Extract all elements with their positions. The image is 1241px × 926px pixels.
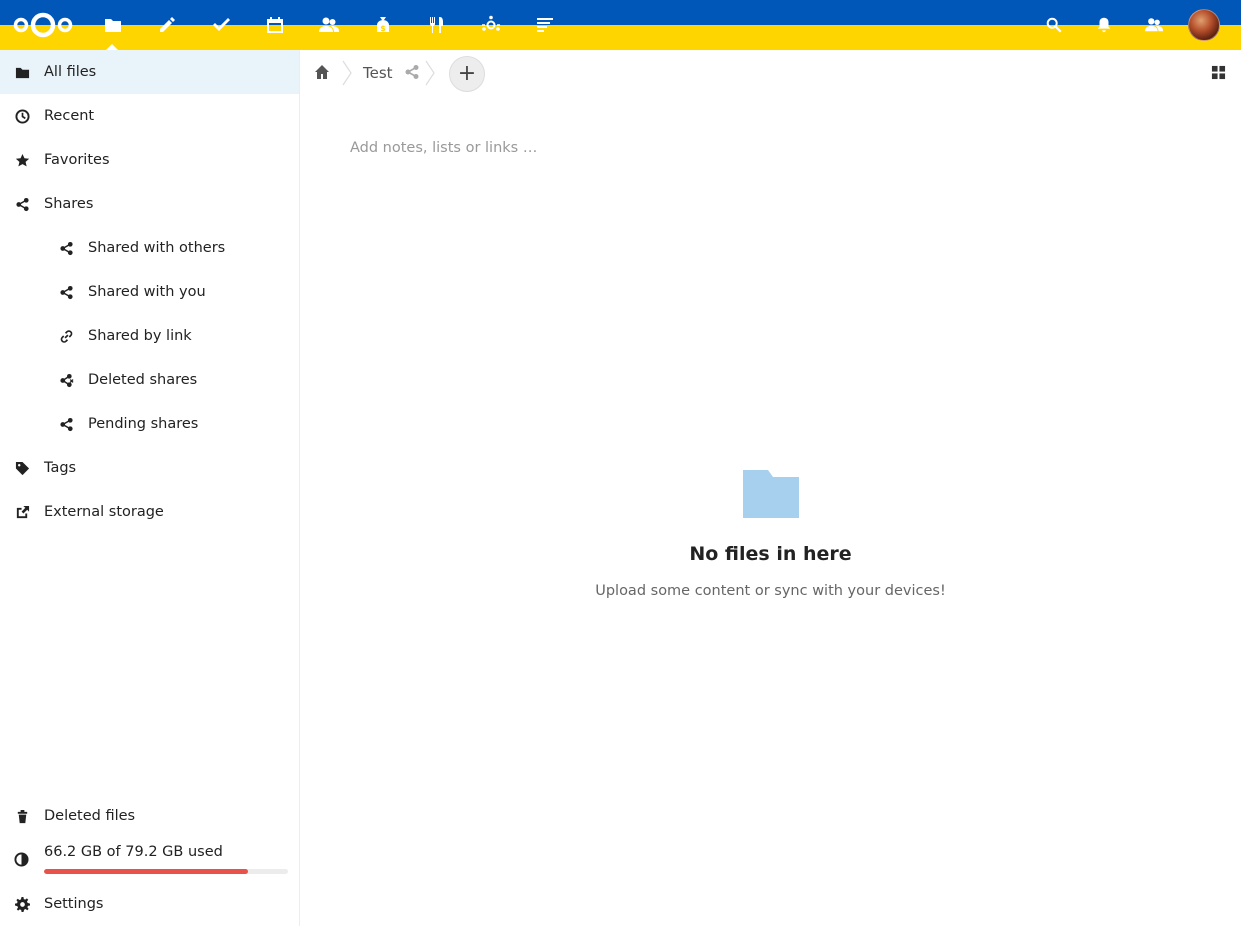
empty-content-description: Upload some content or sync with your de… — [595, 583, 946, 599]
sidebar-item-recent[interactable]: Recent — [0, 94, 299, 138]
clock-icon — [14, 108, 30, 124]
sidebar-item-shares[interactable]: Shares — [0, 182, 299, 226]
sidebar-item-shared-with-others[interactable]: Shared with others — [0, 226, 299, 270]
grid-view-icon[interactable] — [1211, 65, 1227, 81]
sidebar-item-external-storage[interactable]: External storage — [0, 490, 299, 534]
share-icon — [58, 416, 74, 432]
top-header: $ — [0, 0, 1241, 50]
pie-chart-icon — [14, 852, 30, 868]
notes-app-icon[interactable] — [155, 13, 179, 37]
folder-icon — [743, 470, 799, 518]
sidebar-item-label: External storage — [44, 504, 164, 520]
cospend-app-icon[interactable]: $ — [371, 13, 395, 37]
circles-app-icon[interactable] — [479, 13, 503, 37]
nextcloud-logo[interactable] — [12, 10, 74, 40]
tag-icon — [14, 460, 30, 476]
quota-text: 66.2 GB of 79.2 GB used — [44, 844, 223, 860]
share-icon[interactable] — [404, 64, 422, 80]
contacts-app-icon[interactable] — [317, 13, 341, 37]
breadcrumb-current-folder[interactable]: Test — [363, 64, 393, 82]
sidebar-item-label: Deleted shares — [88, 372, 198, 388]
activity-app-icon[interactable] — [533, 13, 557, 37]
share-icon — [58, 240, 74, 256]
sidebar-item-label: Tags — [44, 460, 77, 476]
link-icon — [58, 328, 74, 344]
storage-quota[interactable]: 66.2 GB of 79.2 GB used — [0, 839, 299, 883]
sidebar-item-label: Favorites — [44, 152, 110, 168]
sidebar-item-label: All files — [44, 64, 97, 80]
breadcrumb-separator — [341, 58, 353, 88]
files-app-icon[interactable] — [101, 13, 125, 37]
external-link-icon — [14, 504, 30, 520]
breadcrumb-separator — [424, 58, 436, 88]
sidebar-item-label: Pending shares — [88, 416, 199, 432]
app-navigation: All files Recent Favorites Shares Shared… — [0, 50, 300, 926]
plus-icon: + — [457, 61, 477, 86]
svg-text:$: $ — [380, 24, 386, 33]
sidebar-item-label: Recent — [44, 108, 95, 124]
sidebar-item-settings[interactable]: Settings — [0, 882, 299, 926]
star-icon — [14, 152, 30, 168]
search-icon[interactable] — [1042, 13, 1066, 37]
sidebar-item-label: Settings — [44, 896, 104, 912]
sidebar-item-shared-by-link[interactable]: Shared by link — [0, 314, 299, 358]
sidebar-item-all-files[interactable]: All files — [0, 50, 299, 94]
home-icon[interactable] — [313, 63, 331, 81]
deleted-share-icon — [58, 372, 74, 388]
sidebar-item-label: Shared by link — [88, 328, 192, 344]
share-icon — [58, 284, 74, 300]
quota-progress-bar — [44, 869, 288, 874]
sidebar-item-shared-with-you[interactable]: Shared with you — [0, 270, 299, 314]
share-icon — [14, 196, 30, 212]
sidebar-item-deleted-shares[interactable]: Deleted shares — [0, 358, 299, 402]
rich-workspace-placeholder[interactable]: Add notes, lists or links … — [350, 140, 537, 156]
contacts-icon[interactable] — [1142, 13, 1166, 37]
sidebar-item-label: Deleted files — [44, 808, 136, 824]
sidebar-item-label: Shared with you — [88, 284, 206, 300]
quota-progress-fill — [44, 869, 248, 874]
calendar-app-icon[interactable] — [263, 13, 287, 37]
new-button[interactable]: + — [449, 56, 485, 92]
avatar[interactable] — [1188, 9, 1220, 41]
bell-icon[interactable] — [1092, 13, 1116, 37]
folder-icon — [14, 64, 30, 80]
sidebar-item-deleted-files[interactable]: Deleted files — [0, 794, 299, 838]
tasks-app-icon[interactable] — [209, 13, 233, 37]
sidebar-item-favorites[interactable]: Favorites — [0, 138, 299, 182]
sidebar-item-label: Shares — [44, 196, 94, 212]
empty-content-title: No files in here — [689, 543, 852, 565]
sidebar-item-pending-shares[interactable]: Pending shares — [0, 402, 299, 446]
gear-icon — [14, 896, 30, 912]
cookbook-app-icon[interactable] — [425, 13, 449, 37]
sidebar-item-tags[interactable]: Tags — [0, 446, 299, 490]
trash-icon — [14, 808, 30, 824]
sidebar-item-label: Shared with others — [88, 240, 226, 256]
